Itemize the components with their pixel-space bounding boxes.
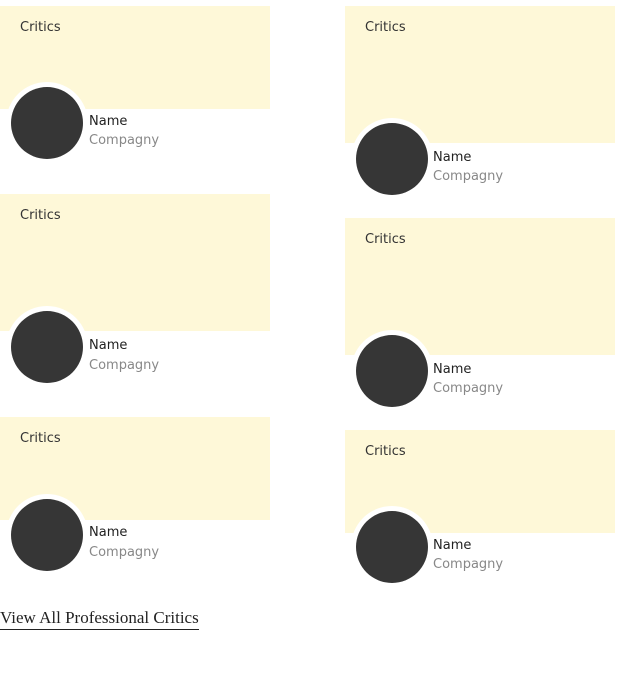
avatar[interactable] xyxy=(356,123,428,195)
critic-quote-label: Critics xyxy=(20,208,61,223)
critic-name[interactable]: Name xyxy=(89,114,127,129)
critic-quote-label: Critics xyxy=(365,20,406,35)
avatar-ring xyxy=(351,330,433,412)
critic-company: Compagny xyxy=(433,169,504,184)
avatar[interactable] xyxy=(11,499,83,571)
critic-name[interactable]: Name xyxy=(433,362,471,377)
avatar[interactable] xyxy=(11,87,83,159)
critic-company: Compagny xyxy=(89,133,160,148)
critic-name[interactable]: Name xyxy=(89,338,127,353)
critic-company: Compagny xyxy=(433,381,504,396)
avatar[interactable] xyxy=(11,311,83,383)
avatar[interactable] xyxy=(356,511,428,583)
critic-quote-label: Critics xyxy=(365,232,406,247)
critic-name[interactable]: Name xyxy=(89,525,127,540)
critic-company: Compagny xyxy=(433,557,504,572)
avatar-ring xyxy=(6,306,88,388)
critic-name[interactable]: Name xyxy=(433,538,471,553)
avatar-ring xyxy=(6,494,88,576)
critic-quote-label: Critics xyxy=(20,20,61,35)
avatar-ring xyxy=(6,82,88,164)
avatar-ring xyxy=(351,506,433,588)
avatar[interactable] xyxy=(356,335,428,407)
critic-quote-label: Critics xyxy=(20,431,61,446)
avatar-ring xyxy=(351,118,433,200)
critic-company: Compagny xyxy=(89,545,160,560)
critic-company: Compagny xyxy=(89,358,160,373)
critic-name[interactable]: Name xyxy=(433,150,471,165)
critic-quote-label: Critics xyxy=(365,444,406,459)
view-all-critics-link[interactable]: View All Professional Critics xyxy=(0,608,199,630)
